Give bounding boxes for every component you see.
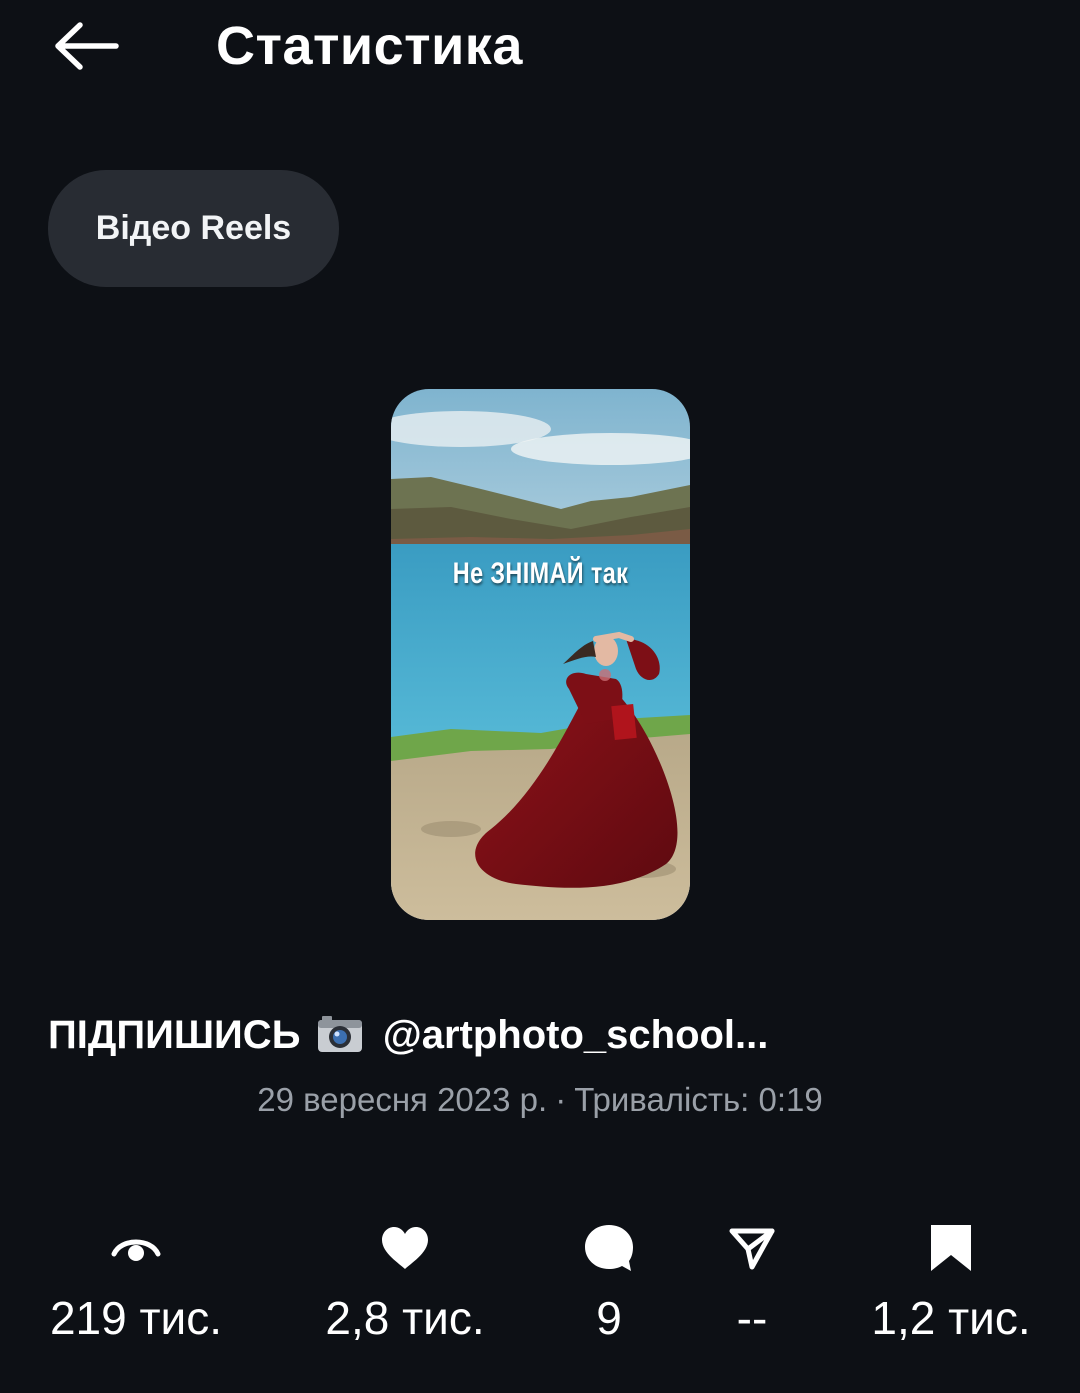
stats-row: 219 тис. 2,8 тис. 9 -- 1,2 тис.	[0, 1218, 1080, 1358]
header: Статистика	[0, 0, 1080, 92]
reel-thumbnail-image	[391, 389, 690, 920]
stat-saves[interactable]: 1,2 тис.	[821, 1218, 1080, 1346]
post-date: 29 вересня 2023 р.	[257, 1081, 548, 1118]
share-icon	[729, 1228, 775, 1270]
stat-value: 1,2 тис.	[871, 1292, 1031, 1344]
arrow-left-icon	[55, 22, 119, 70]
caption-prefix: ПІДПИШИСЬ	[48, 1013, 301, 1057]
reels-filter-chip[interactable]: Відео Reels	[48, 170, 339, 287]
stat-value: 219 тис.	[49, 1292, 223, 1344]
thumbnail-overlay-text: Не ЗНІМАЙ так	[452, 557, 629, 590]
caption-suffix: @artphoto_school...	[382, 1013, 769, 1057]
post-caption: ПІДПИШИСЬ @artphoto_school...	[48, 1008, 768, 1068]
eye-icon	[111, 1239, 161, 1261]
post-duration: Тривалість: 0:19	[574, 1081, 823, 1118]
back-button[interactable]	[40, 14, 130, 78]
reel-thumbnail[interactable]: Не ЗНІМАЙ так	[391, 389, 690, 920]
meta-separator: ·	[555, 1081, 567, 1118]
camera-icon	[316, 1014, 364, 1068]
post-meta: 29 вересня 2023 р. · Тривалість: 0:19	[0, 1078, 1080, 1122]
page-title: Статистика	[216, 16, 523, 76]
bookmark-icon	[931, 1225, 971, 1271]
stat-views[interactable]: 219 тис.	[6, 1218, 266, 1346]
heart-icon	[382, 1227, 428, 1269]
